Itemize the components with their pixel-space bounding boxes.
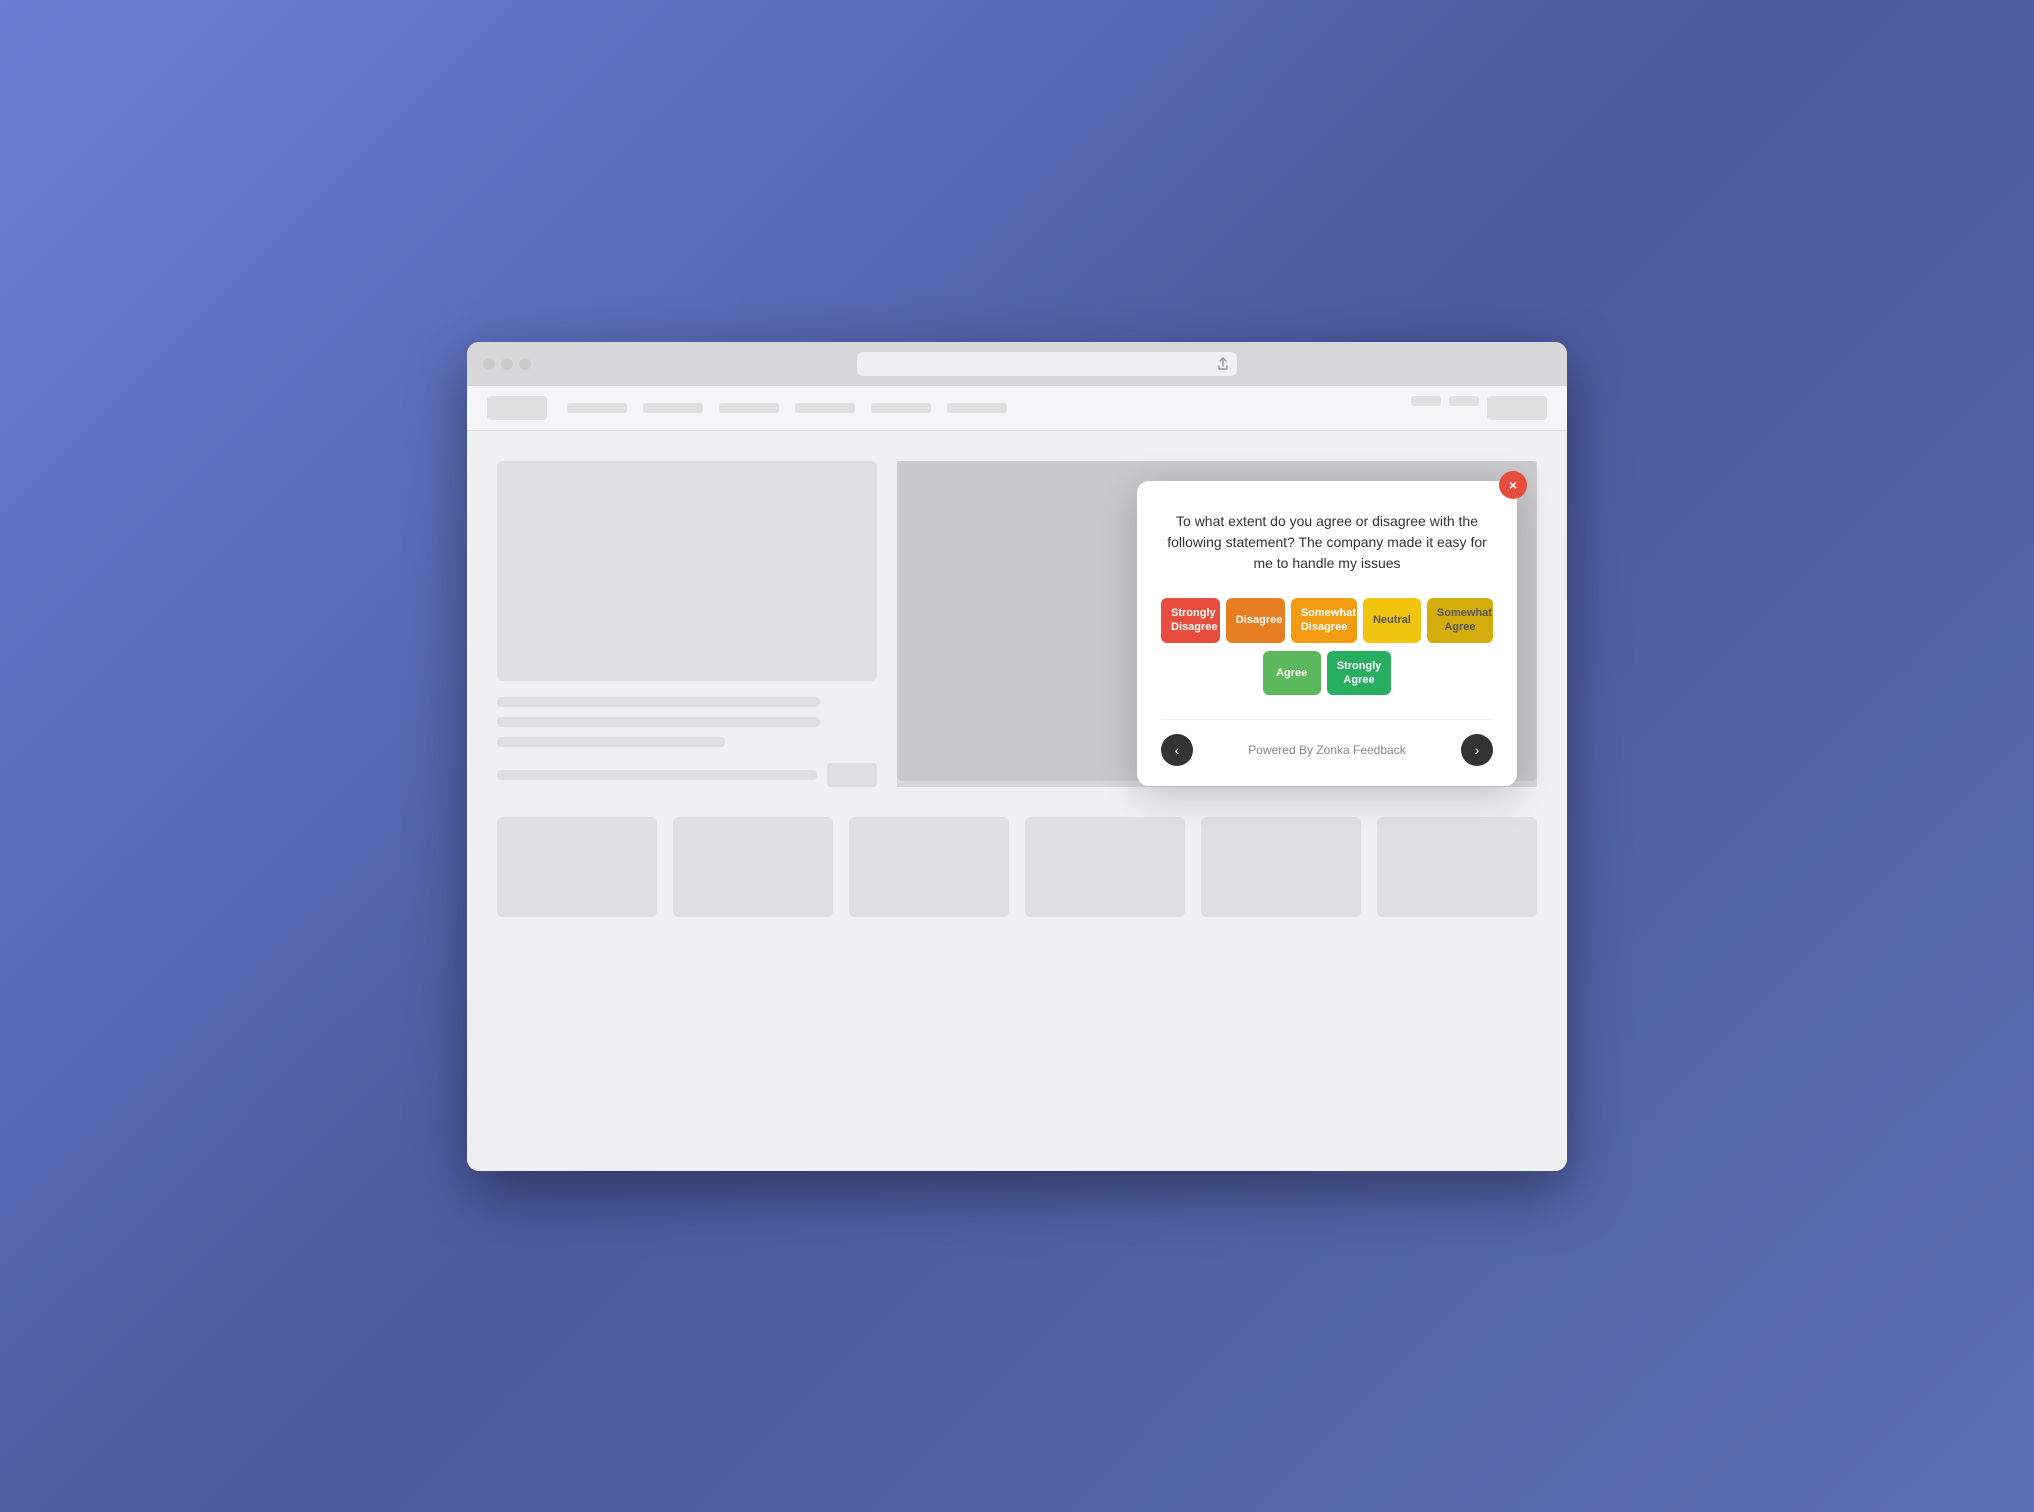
strongly-disagree-button[interactable]: StronglyDisagree	[1161, 598, 1220, 643]
content-top: × To what extent do you agree or disagre…	[497, 461, 1537, 787]
nav-right-item-1	[1411, 396, 1441, 406]
nav-right	[1411, 396, 1547, 420]
grid-item-3	[849, 817, 1009, 917]
traffic-light-close[interactable]	[483, 358, 495, 370]
nav-item-5[interactable]	[871, 403, 931, 413]
browser-window: × To what extent do you agree or disagre…	[467, 342, 1567, 1171]
address-input[interactable]	[857, 352, 1237, 376]
nav-item-2[interactable]	[643, 403, 703, 413]
nav-logo	[487, 396, 547, 420]
browser-addressbar	[543, 352, 1551, 376]
grid-item-6	[1377, 817, 1537, 917]
survey-modal: × To what extent do you agree or disagre…	[1137, 481, 1517, 786]
nav-item-1[interactable]	[567, 403, 627, 413]
browser-navbar	[467, 386, 1567, 431]
text-line-4	[497, 770, 817, 780]
content-right: × To what extent do you agree or disagre…	[897, 461, 1537, 787]
agree-button[interactable]: Agree	[1263, 651, 1321, 696]
text-line-1	[497, 697, 820, 707]
browser-content: × To what extent do you agree or disagre…	[467, 431, 1567, 1171]
nav-item-6[interactable]	[947, 403, 1007, 413]
modal-footer: ‹ Powered By Zonka Feedback ›	[1161, 719, 1493, 766]
prev-button[interactable]: ‹	[1161, 734, 1193, 766]
nav-item-4[interactable]	[795, 403, 855, 413]
nav-items	[567, 403, 1007, 413]
modal-close-button[interactable]: ×	[1499, 471, 1527, 499]
strongly-agree-button[interactable]: StronglyAgree	[1327, 651, 1392, 696]
content-row	[497, 763, 877, 787]
nav-right-item-2	[1449, 396, 1479, 406]
disagree-button[interactable]: Disagree	[1226, 598, 1285, 643]
text-line-2	[497, 717, 820, 727]
traffic-light-maximize[interactable]	[519, 358, 531, 370]
traffic-light-minimize[interactable]	[501, 358, 513, 370]
nav-right-button[interactable]	[1487, 396, 1547, 420]
browser-titlebar	[467, 342, 1567, 386]
traffic-lights	[483, 358, 531, 370]
next-button[interactable]: ›	[1461, 734, 1493, 766]
hero-image-placeholder	[497, 461, 877, 681]
text-line-3	[497, 737, 725, 747]
modal-overlay: × To what extent do you agree or disagre…	[897, 461, 1537, 787]
somewhat-agree-button[interactable]: SomewhatAgree	[1427, 598, 1493, 643]
rating-row-1: StronglyDisagree Disagree SomewhatDisagr…	[1161, 598, 1493, 643]
powered-by-text: Powered By Zonka Feedback	[1248, 743, 1405, 757]
nav-item-3[interactable]	[719, 403, 779, 413]
share-icon	[1217, 357, 1229, 371]
bottom-grid	[497, 817, 1537, 917]
neutral-button[interactable]: Neutral	[1363, 598, 1421, 643]
content-left	[497, 461, 877, 787]
rating-row-2: Agree StronglyAgree	[1161, 651, 1493, 696]
grid-item-4	[1025, 817, 1185, 917]
modal-question: To what extent do you agree or disagree …	[1161, 511, 1493, 574]
small-tag	[827, 763, 877, 787]
grid-item-2	[673, 817, 833, 917]
somewhat-disagree-button[interactable]: SomewhatDisagree	[1291, 598, 1357, 643]
grid-item-1	[497, 817, 657, 917]
grid-item-5	[1201, 817, 1361, 917]
